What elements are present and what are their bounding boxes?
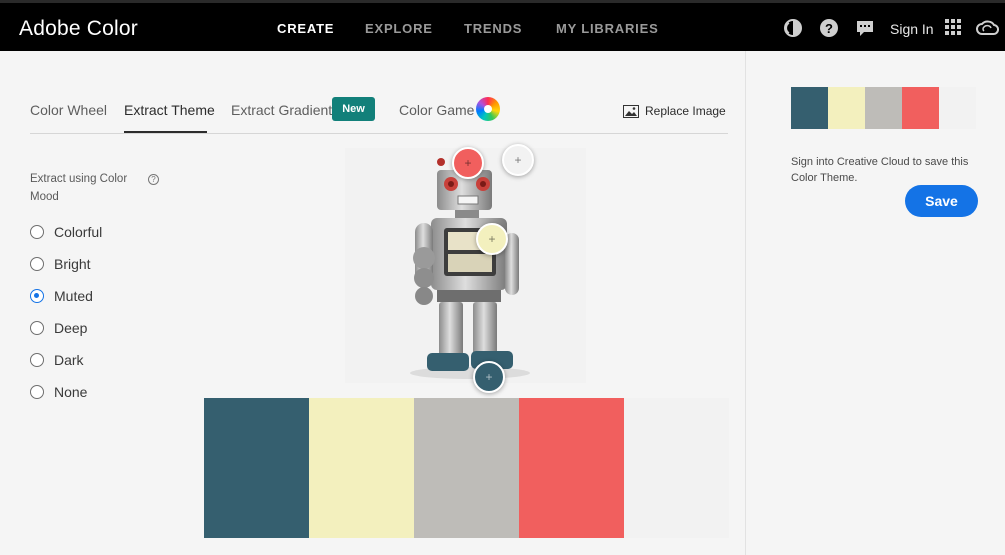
- mood-help-icon[interactable]: ?: [148, 174, 159, 185]
- source-image: [345, 148, 586, 383]
- theme-swatch-1[interactable]: [204, 398, 309, 538]
- radio-none[interactable]: [30, 385, 44, 399]
- apps-grid-icon[interactable]: [944, 18, 964, 38]
- theme-swatch-2[interactable]: [309, 398, 414, 538]
- tab-extract-gradient[interactable]: Extract Gradient: [231, 102, 332, 118]
- color-game-icon[interactable]: [476, 97, 500, 121]
- top-bar: Adobe Color CREATE EXPLORE TRENDS MY LIB…: [0, 0, 1005, 51]
- mini-swatch-2[interactable]: [828, 87, 865, 129]
- theme-swatch-4[interactable]: [519, 398, 624, 538]
- new-badge[interactable]: New: [332, 97, 375, 121]
- nav-trends[interactable]: TRENDS: [464, 21, 522, 36]
- mini-swatch-1[interactable]: [791, 87, 828, 129]
- robot-image: [410, 158, 530, 379]
- mood-label: Extract using Color Mood: [30, 173, 128, 203]
- help-icon[interactable]: ?: [819, 18, 839, 38]
- theme-swatch-3[interactable]: [414, 398, 519, 538]
- sign-in-message: Sign into Creative Cloud to save this Co…: [791, 156, 969, 184]
- tab-extract-theme[interactable]: Extract Theme: [124, 102, 215, 118]
- svg-text:?: ?: [825, 21, 833, 36]
- mini-swatch-4[interactable]: [902, 87, 939, 129]
- mood-option-label: Muted: [54, 288, 93, 304]
- color-picker-handle-2[interactable]: +: [502, 144, 534, 176]
- nav-explore[interactable]: EXPLORE: [365, 21, 433, 36]
- radio-colorful[interactable]: [30, 225, 44, 239]
- tab-color-game[interactable]: Color Game: [399, 102, 474, 118]
- nav-my-libraries[interactable]: MY LIBRARIES: [556, 21, 659, 36]
- mood-option-label: Bright: [54, 256, 91, 272]
- main-panel: Color Wheel Extract Theme Extract Gradie…: [0, 51, 745, 555]
- image-icon: [623, 105, 639, 118]
- theme-side-panel: Sign into Creative Cloud to save this Co…: [745, 51, 1005, 555]
- replace-image-label: Replace Image: [645, 104, 726, 118]
- radio-muted[interactable]: [30, 289, 44, 303]
- theme-swatch-5[interactable]: [624, 398, 729, 538]
- color-picker-handle-1[interactable]: +: [452, 147, 484, 179]
- chat-icon[interactable]: [855, 18, 875, 38]
- mood-option-label: None: [54, 384, 88, 400]
- radio-bright[interactable]: [30, 257, 44, 271]
- color-picker-handle-3[interactable]: +: [476, 223, 508, 255]
- nav-create[interactable]: CREATE: [277, 21, 334, 36]
- radio-dark[interactable]: [30, 353, 44, 367]
- color-picker-handle-4[interactable]: +: [473, 361, 505, 393]
- creative-cloud-icon[interactable]: [975, 18, 1000, 38]
- app-logo[interactable]: Adobe Color: [19, 17, 138, 41]
- mood-option-label: Deep: [54, 320, 88, 336]
- color-blind-icon[interactable]: [783, 18, 803, 38]
- mini-swatch-5[interactable]: [939, 87, 976, 129]
- sign-in-link[interactable]: Sign In: [890, 21, 934, 37]
- save-button[interactable]: Save: [905, 185, 978, 217]
- tab-color-wheel[interactable]: Color Wheel: [30, 102, 107, 118]
- replace-image-button[interactable]: Replace Image: [623, 104, 726, 118]
- mood-option-label: Dark: [54, 352, 84, 368]
- tabs-divider: [30, 133, 728, 134]
- mini-swatch-3[interactable]: [865, 87, 902, 129]
- radio-deep[interactable]: [30, 321, 44, 335]
- mood-option-label: Colorful: [54, 224, 103, 240]
